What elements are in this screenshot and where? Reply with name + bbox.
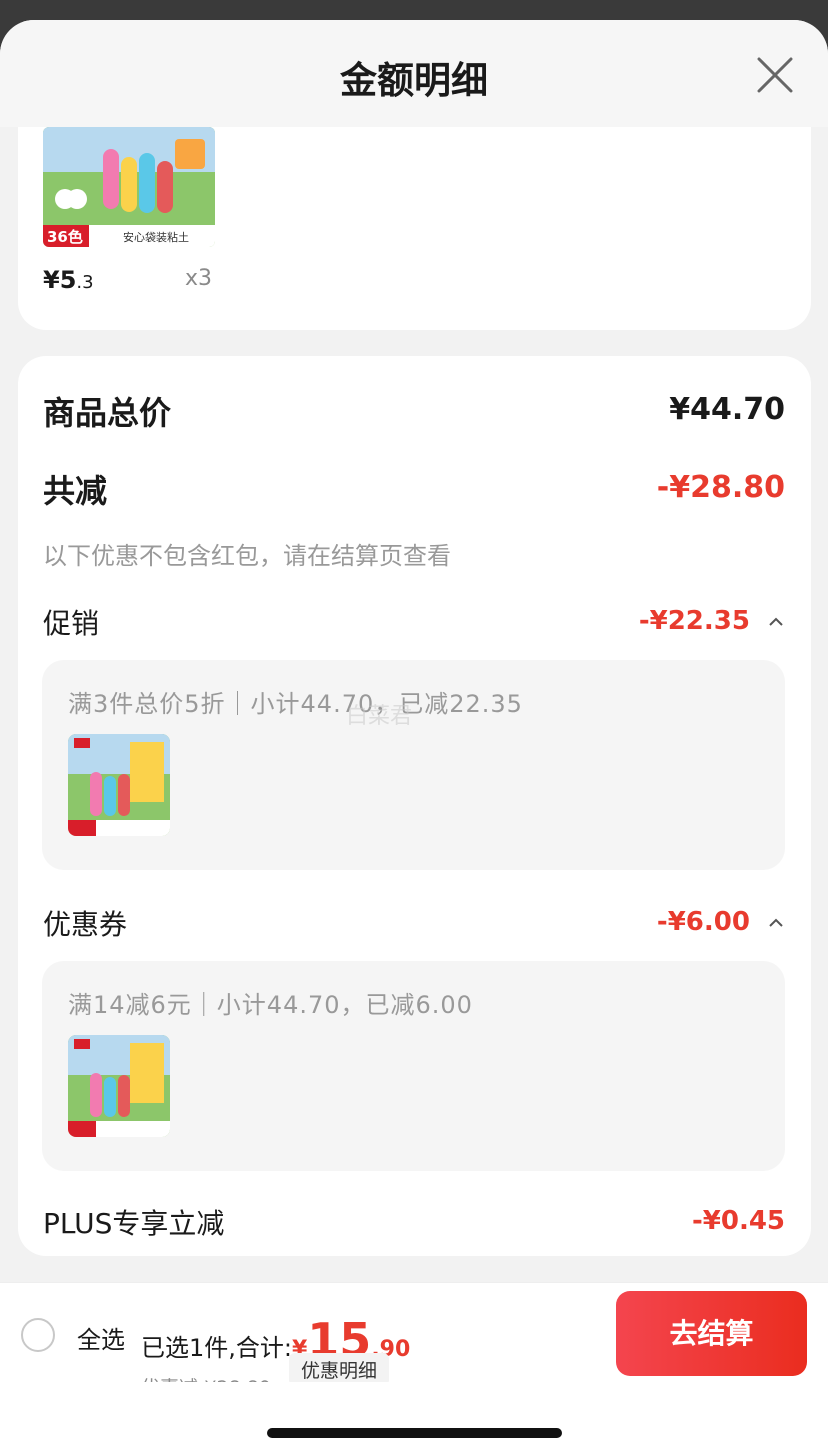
- product-badge: 36色: [47, 228, 83, 246]
- plus-discount-label: PLUS专享立减: [43, 1207, 225, 1240]
- coupon-value: -¥6.00: [656, 907, 750, 937]
- chevron-up-icon: [767, 613, 785, 631]
- product-price: ¥5.3: [43, 266, 94, 294]
- select-all-radio[interactable]: [21, 1318, 55, 1352]
- home-indicator-area: [0, 1382, 828, 1456]
- sheet-header: 金额明细: [0, 20, 828, 127]
- close-icon: [757, 57, 793, 93]
- coupon-product-thumb[interactable]: [68, 1035, 170, 1137]
- select-all-label[interactable]: 全选: [77, 1320, 125, 1355]
- promotion-toggle[interactable]: -¥22.35: [639, 606, 785, 636]
- coupon-detail-box: 满14减6元｜小计44.70，已减6.00: [42, 961, 785, 1171]
- home-indicator[interactable]: [267, 1428, 562, 1438]
- page-title: 金额明细: [340, 59, 488, 102]
- promotion-product-thumb[interactable]: [68, 734, 170, 836]
- total-price-value: ¥44.70: [669, 392, 785, 427]
- product-image[interactable]: 36色 安心袋装粘土: [43, 127, 215, 247]
- coupon-label: 优惠券: [43, 908, 128, 941]
- promotion-value: -¥22.35: [638, 606, 750, 636]
- price-int: ¥5: [43, 266, 77, 294]
- amount-detail-sheet: 金额明细 36色 安心袋装粘土 ¥5.3 x3 商品总价 ¥44.70 共减 -…: [0, 20, 828, 1456]
- price-dec: .3: [76, 272, 94, 293]
- checkout-button[interactable]: 去结算: [616, 1291, 807, 1376]
- product-quantity: x3: [185, 266, 213, 291]
- price-summary-card: 商品总价 ¥44.70 共减 -¥28.80 以下优惠不包含红包，请在结算页查看…: [18, 356, 811, 1256]
- promotion-detail-box: 满3件总价5折｜小计44.70，已减22.35: [42, 660, 785, 870]
- product-caption: 安心袋装粘土: [123, 230, 189, 244]
- chevron-up-icon: [767, 914, 785, 932]
- plus-discount-value: -¥0.45: [691, 1206, 785, 1236]
- close-button[interactable]: [754, 54, 796, 96]
- coupon-detail-text: 满14减6元｜小计44.70，已减6.00: [68, 991, 473, 1019]
- coupon-toggle[interactable]: -¥6.00: [657, 907, 785, 937]
- total-reduction-label: 共减: [43, 472, 108, 510]
- watermark: 白菜君: [346, 704, 413, 729]
- promotion-detail-text: 满3件总价5折｜小计44.70，已减22.35: [68, 690, 523, 718]
- checkout-bar: 全选 已选1件,合计:¥15.90 优惠减:¥28.80 优惠明细 去结算: [0, 1282, 828, 1399]
- total-price-label: 商品总价: [43, 394, 172, 432]
- promotion-label: 促销: [43, 607, 100, 640]
- selected-text: 已选1件,合计:: [141, 1334, 292, 1362]
- total-reduction-value: -¥28.80: [656, 470, 785, 505]
- reduction-note: 以下优惠不包含红包，请在结算页查看: [43, 542, 451, 570]
